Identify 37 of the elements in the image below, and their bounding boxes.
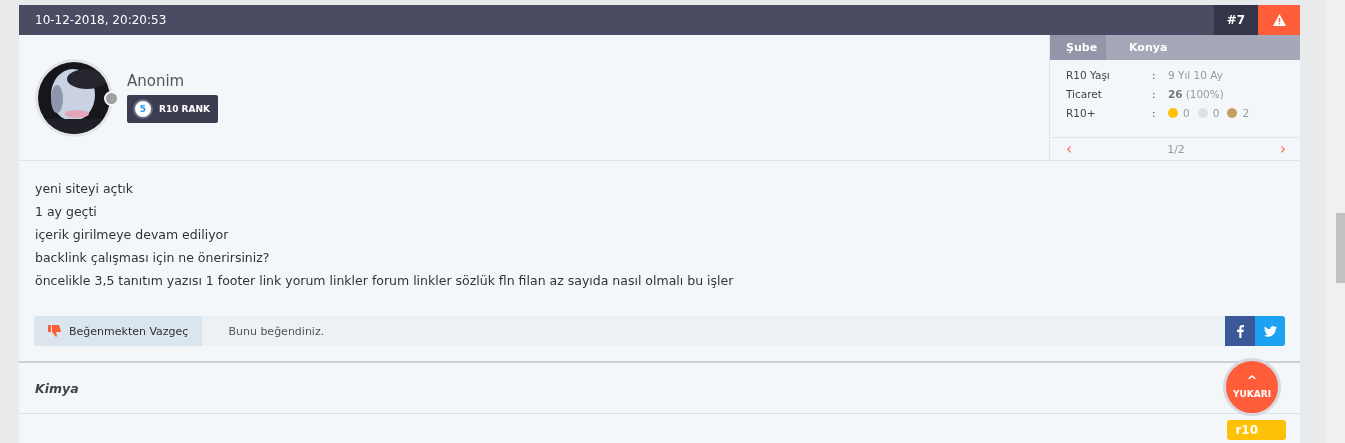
report-button[interactable]	[1258, 5, 1300, 35]
info-separator: :	[1152, 107, 1157, 119]
info-separator: :	[1152, 88, 1157, 100]
rank-number: 5	[133, 99, 153, 119]
facebook-icon	[1236, 324, 1244, 338]
medal-count: 0	[1212, 107, 1220, 119]
branch-value: Konya	[1128, 40, 1168, 56]
thumbs-down-icon	[48, 325, 61, 337]
facebook-share-button[interactable]	[1225, 316, 1255, 346]
post-text-line: öncelikle 3,5 tanıtım yazısı 1 footer link yorum linkler forum linkler sözlük fln filan az sayıda nasıl olmalı bu işler	[35, 272, 735, 290]
post-text-line: 1 ay geçti	[35, 203, 98, 221]
post-text-line: backlink çalışması için ne önerirsiniz?	[35, 249, 271, 267]
bird-icon	[1263, 325, 1277, 337]
info-separator: :	[1152, 69, 1157, 81]
unlike-button[interactable]: Beğenmekten Vazgeç	[34, 316, 203, 346]
rank-label: R10 RANK	[159, 104, 210, 114]
trade-percent: (100%)	[1185, 88, 1224, 100]
warning-icon	[1272, 14, 1286, 26]
page-indicator: 1/2	[1167, 142, 1185, 156]
twitter-share-button[interactable]	[1255, 316, 1285, 346]
post-text-line: içerik girilmeye devam ediliyor	[35, 226, 230, 244]
post-number[interactable]: #7	[1214, 5, 1258, 35]
branch-label: Şube	[1050, 35, 1106, 60]
info-label: R10 Yaşı	[1066, 69, 1111, 81]
r10-badge: r10	[1227, 420, 1286, 440]
info-value: 9 Yıl 10 Ay	[1168, 69, 1224, 81]
info-label: R10+	[1066, 107, 1097, 119]
author-name[interactable]: Anonim	[127, 72, 218, 90]
like-note: Bunu beğendiniz.	[227, 324, 326, 338]
scrollbar-thumb[interactable]	[1336, 213, 1345, 283]
signature-text: Kimya	[35, 380, 79, 396]
info-label: Ticaret	[1066, 88, 1103, 100]
trade-count: 26	[1168, 88, 1183, 100]
medal-count: 0	[1183, 107, 1190, 119]
post-text-line: yeni siteyi açtık	[35, 180, 135, 198]
medal-count: 2	[1242, 107, 1250, 119]
post-date: 10-12-2018, 20:20:53	[34, 13, 168, 27]
